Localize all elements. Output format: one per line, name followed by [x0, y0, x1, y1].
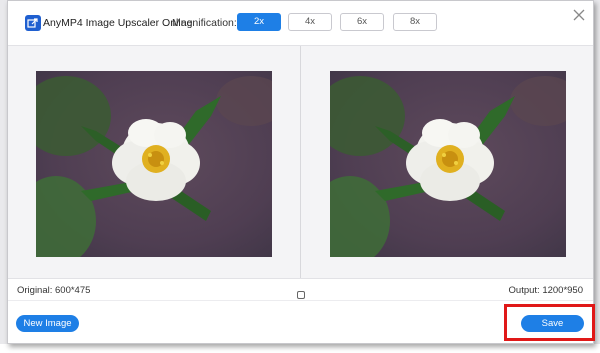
output-image-preview: [330, 71, 566, 257]
original-size-label: Original: 600*475: [17, 285, 91, 296]
close-icon[interactable]: [571, 7, 587, 23]
preview-area: [8, 45, 593, 279]
new-image-button[interactable]: New Image: [16, 315, 79, 332]
save-button[interactable]: Save: [521, 315, 584, 332]
output-size-label: Output: 1200*950: [508, 285, 583, 296]
dialog-header: AnyMP4 Image Upscaler Online Magnificati…: [8, 1, 593, 45]
magnification-8x-button[interactable]: 8x: [393, 13, 437, 31]
upscaler-dialog: AnyMP4 Image Upscaler Online Magnificati…: [7, 0, 594, 344]
square-icon[interactable]: [297, 286, 305, 299]
panel-divider: [300, 46, 301, 278]
original-image-preview: [36, 71, 272, 257]
app-title: AnyMP4 Image Upscaler Online: [43, 17, 193, 29]
footer-divider: [8, 300, 593, 301]
magnification-2x-button[interactable]: 2x: [237, 13, 281, 31]
magnification-label: Magnification:: [172, 17, 237, 29]
image-upscale-icon: [25, 15, 41, 31]
magnification-6x-button[interactable]: 6x: [340, 13, 384, 31]
page-background-strip: [0, 344, 600, 353]
magnification-4x-button[interactable]: 4x: [288, 13, 332, 31]
screenshot-stage: AnyMP4 Image Upscaler Online Magnificati…: [0, 0, 600, 353]
